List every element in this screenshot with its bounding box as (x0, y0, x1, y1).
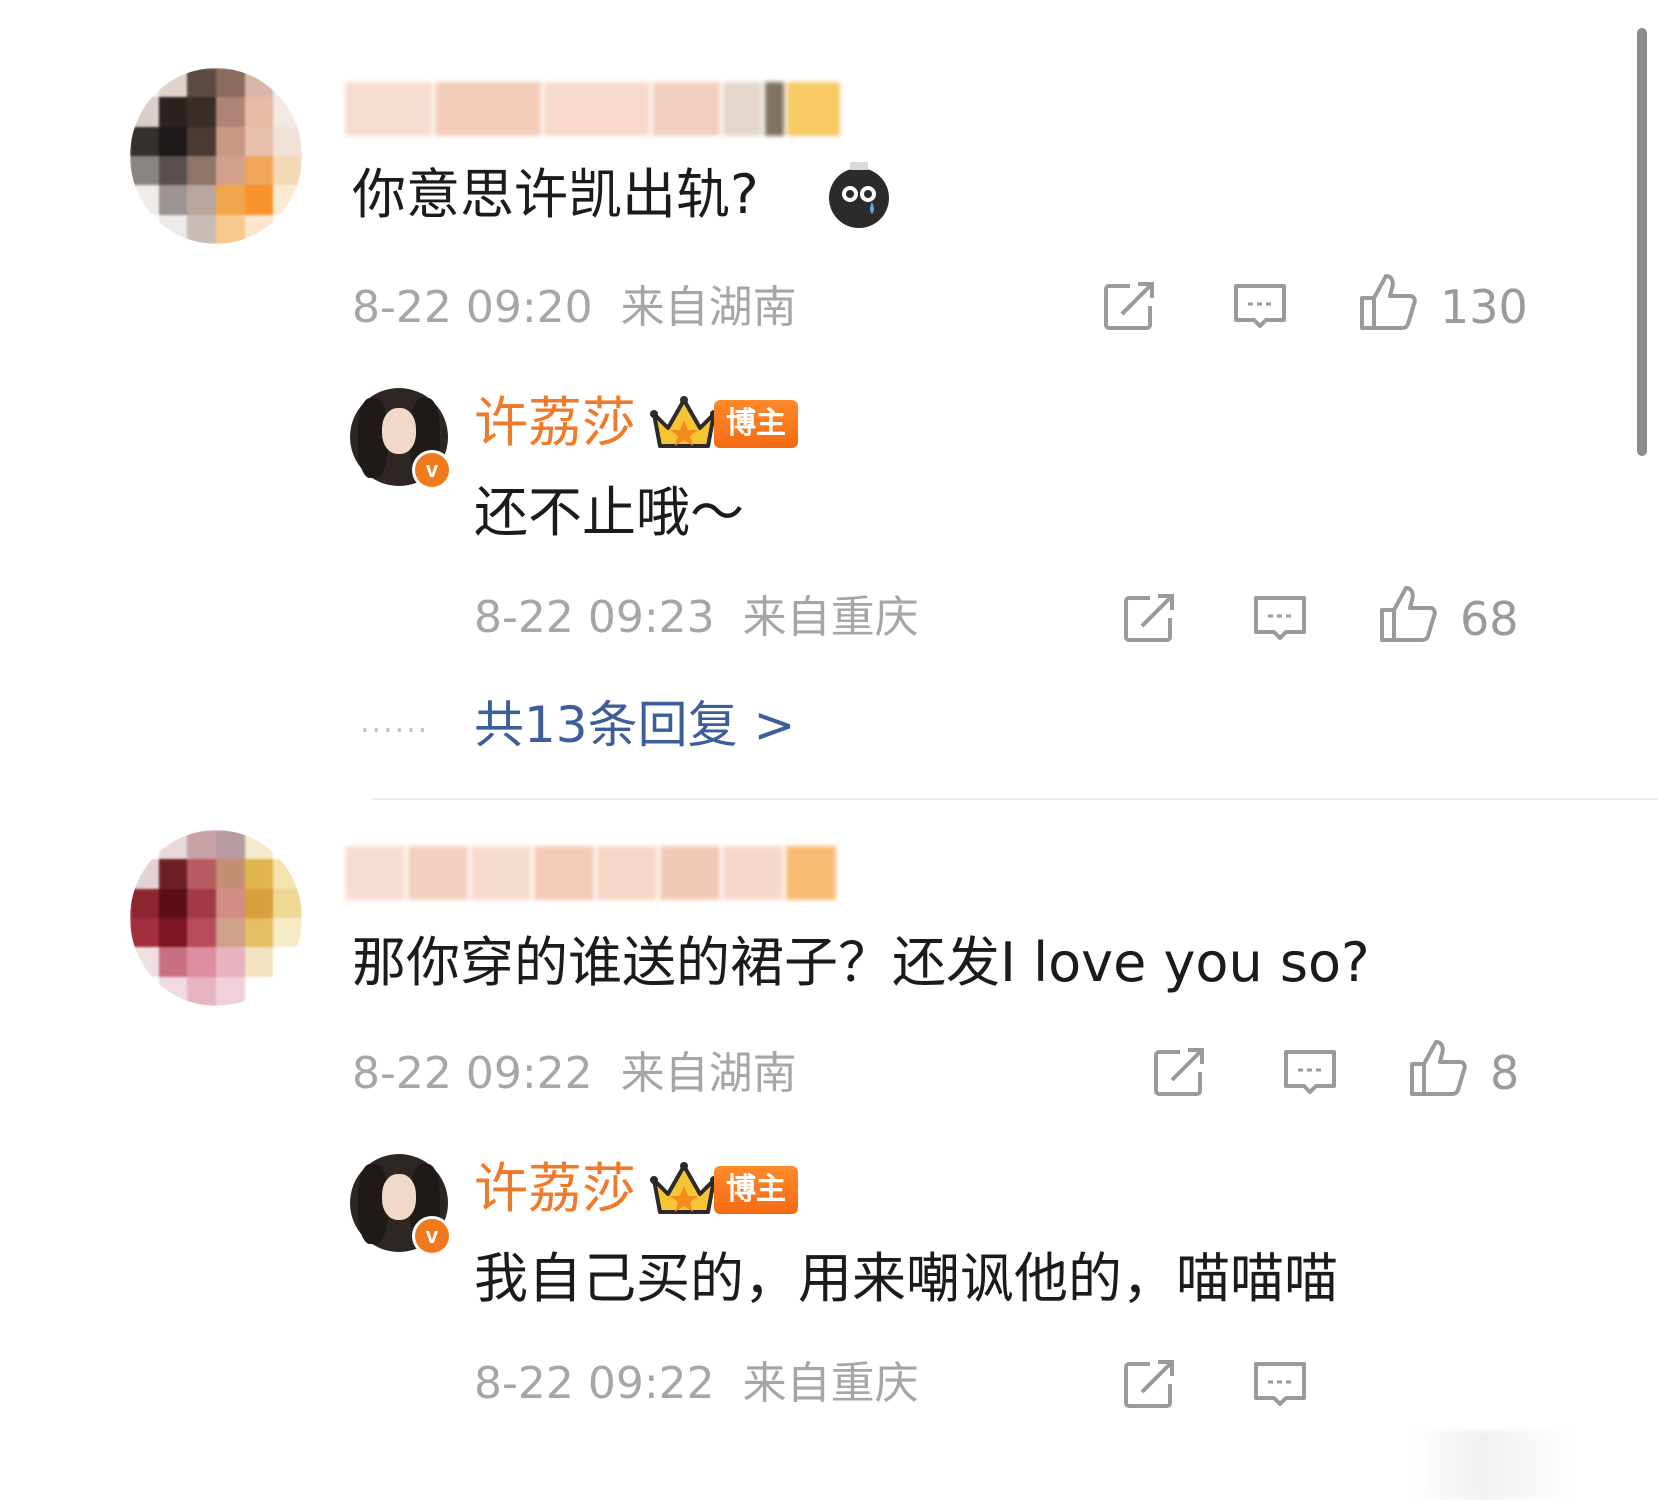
author-name[interactable]: 许荔莎 (474, 1162, 636, 1216)
like-count: 68 (1460, 592, 1519, 646)
like-count: 8 (1490, 1046, 1520, 1100)
verified-v-icon: v (412, 1216, 452, 1256)
share-button[interactable] (1100, 276, 1160, 336)
reply-button[interactable] (1230, 276, 1290, 336)
crown-icon (650, 396, 718, 448)
reply-location: 来自重庆 (742, 592, 919, 643)
thumbs-up-icon (1380, 586, 1437, 642)
share-button[interactable] (1150, 1042, 1210, 1102)
reply-button[interactable] (1250, 588, 1310, 648)
author-avatar[interactable]: v (350, 388, 452, 490)
ellipsis-dots: ...... (360, 705, 430, 740)
reply-meta: 8-22 09:23 来自重庆 (474, 596, 919, 640)
author-avatar[interactable]: v (350, 1154, 452, 1256)
comment-date: 8-22 09:22 (352, 1048, 593, 1099)
like-button[interactable] (1408, 1038, 1468, 1098)
commenter-avatar[interactable] (130, 830, 302, 1006)
watermark-blur (1410, 1430, 1650, 1500)
share-button[interactable] (1120, 1354, 1180, 1414)
comment-icon (1254, 1362, 1306, 1406)
share-icon (1104, 280, 1156, 330)
crying-face-emoji (829, 162, 889, 228)
comment-date: 8-22 09:20 (352, 282, 593, 333)
comment-meta: 8-22 09:20 来自湖南 (352, 286, 797, 330)
like-button[interactable] (1358, 272, 1418, 332)
thumbs-up-icon (1410, 1040, 1467, 1096)
comment-text: 你意思许凯出轨? (352, 163, 759, 226)
reply-button[interactable] (1250, 1354, 1310, 1414)
scrollbar[interactable] (1637, 28, 1647, 456)
comment-text: 那你穿的谁送的裙子？还发I love you so? (352, 931, 1370, 994)
thumbs-up-icon (1360, 274, 1417, 330)
verified-v-icon: v (412, 450, 452, 490)
author-name[interactable]: 许荔莎 (474, 396, 636, 450)
blogger-badge: 博主 (714, 1166, 798, 1214)
comment-meta: 8-22 09:22 来自湖南 (352, 1052, 797, 1096)
comment-location: 来自湖南 (620, 1048, 797, 1099)
blogger-badge: 博主 (714, 400, 798, 448)
reply-meta: 8-22 09:22 来自重庆 (474, 1362, 919, 1406)
reply-date: 8-22 09:22 (474, 1358, 715, 1409)
share-icon (1154, 1046, 1206, 1096)
share-icon (1124, 592, 1176, 642)
view-more-replies-link[interactable]: 共13条回复 > (474, 700, 795, 750)
comment-icon (1254, 596, 1306, 640)
crown-icon (650, 1162, 718, 1214)
comment-icon (1234, 284, 1286, 328)
commenter-name-blurred[interactable] (345, 82, 840, 136)
share-icon (1124, 1358, 1176, 1408)
divider (372, 798, 1658, 800)
reply-date: 8-22 09:23 (474, 592, 715, 643)
comment-thread-page: 你意思许凯出轨? 8-22 09:20 来自湖南 130 v 许荔莎 博主 还不… (0, 0, 1658, 1500)
comment-icon (1284, 1050, 1336, 1094)
like-count: 130 (1440, 280, 1528, 334)
comment-location: 来自湖南 (620, 282, 797, 333)
reply-text: 我自己买的，用来嘲讽他的，喵喵喵 (474, 1247, 1338, 1310)
commenter-avatar[interactable] (130, 68, 302, 244)
reply-location: 来自重庆 (742, 1358, 919, 1409)
share-button[interactable] (1120, 588, 1180, 648)
commenter-name-blurred[interactable] (345, 846, 860, 900)
like-button[interactable] (1378, 584, 1438, 644)
reply-button[interactable] (1280, 1042, 1340, 1102)
reply-text: 还不止哦～ (474, 481, 744, 544)
